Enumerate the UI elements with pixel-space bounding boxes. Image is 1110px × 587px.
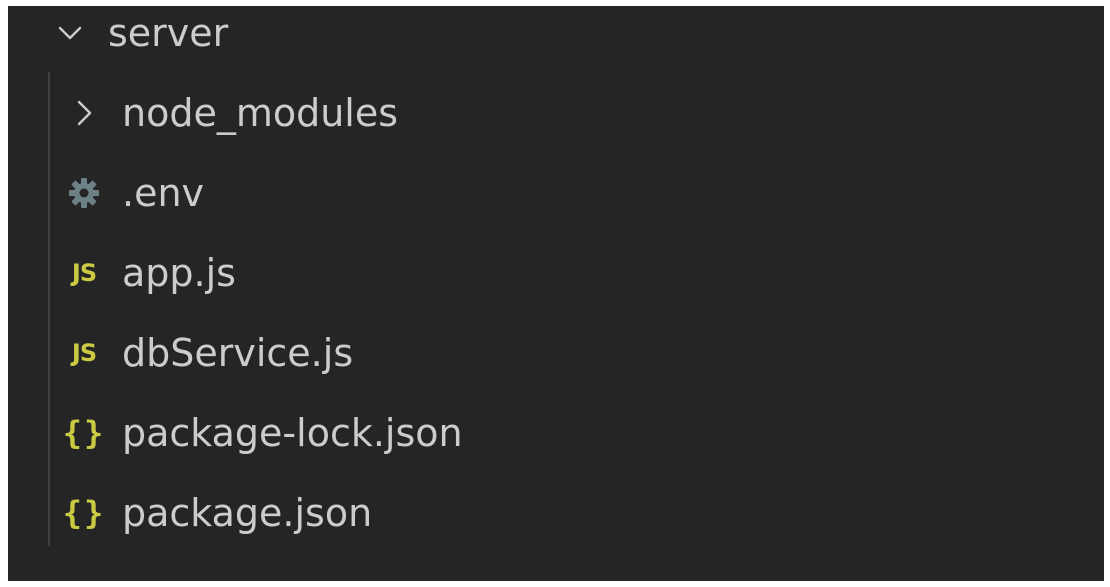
chevron-down-icon[interactable]: [46, 9, 94, 57]
json-file-icon: {}: [62, 494, 106, 532]
folder-server[interactable]: server: [8, 6, 1104, 72]
file-explorer: server node_modules .env JS app.js JS db…: [8, 6, 1104, 581]
tree-item-package-json[interactable]: {} package.json: [8, 474, 1104, 552]
tree-item-app-js[interactable]: JS app.js: [8, 234, 1104, 312]
tree-item-package-lock-json[interactable]: {} package-lock.json: [8, 394, 1104, 472]
folder-name: server: [108, 11, 229, 55]
json-file-icon: {}: [62, 414, 106, 452]
file-name: node_modules: [122, 91, 399, 135]
chevron-right-icon[interactable]: [60, 89, 108, 137]
js-file-icon: JS: [71, 259, 97, 287]
tree-item-dbservice-js[interactable]: JS dbService.js: [8, 314, 1104, 392]
tree-item-env[interactable]: .env: [8, 154, 1104, 232]
gear-icon: [60, 169, 108, 217]
file-name: package.json: [122, 491, 373, 535]
file-name: dbService.js: [122, 331, 354, 375]
file-name: app.js: [122, 251, 236, 295]
tree-item-node-modules[interactable]: node_modules: [8, 74, 1104, 152]
js-file-icon: JS: [71, 339, 97, 367]
file-name: package-lock.json: [122, 411, 463, 455]
file-name: .env: [122, 171, 205, 215]
